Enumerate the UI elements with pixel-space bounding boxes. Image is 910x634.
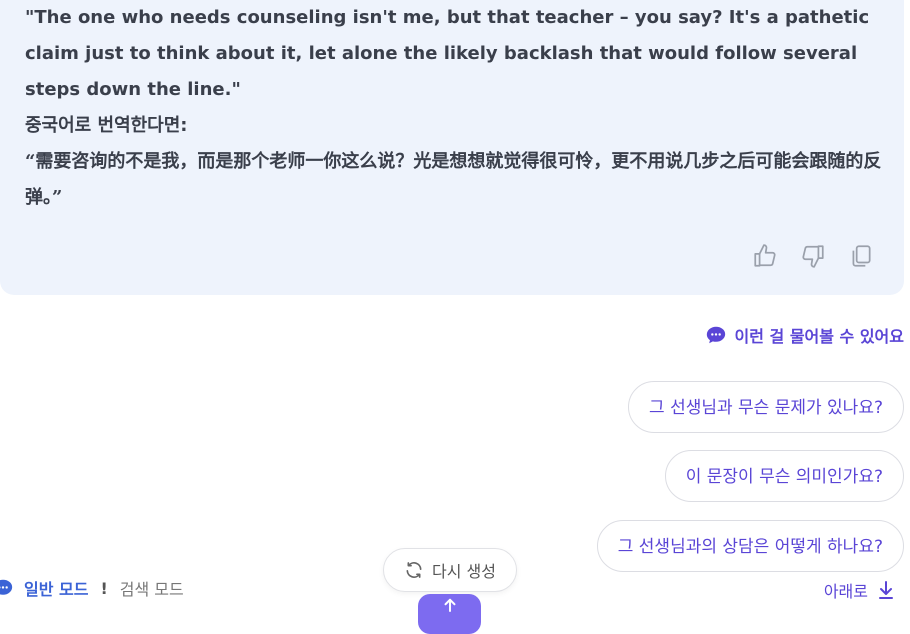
chat-bubble-icon [706, 326, 725, 344]
refresh-icon [406, 562, 422, 578]
scroll-down-button[interactable]: 아래로 [824, 578, 894, 602]
regenerate-label: 다시 생성 [432, 562, 496, 581]
copy-icon[interactable] [848, 243, 874, 269]
chat-bubble-icon [0, 579, 13, 595]
thumbs-down-icon[interactable] [800, 243, 826, 269]
thumbs-up-icon[interactable] [752, 243, 778, 269]
suggestions-header: 이런 걸 물어볼 수 있어요 [705, 323, 904, 347]
answer-chinese: “需要咨询的不是我，而是那个老师一你这么说？光是想想就觉得很可怜，更不用说几步之… [25, 151, 882, 208]
answer-english: "The one who needs counseling isn't me, … [25, 7, 870, 100]
answer-card: "The one who needs counseling isn't me, … [0, 0, 904, 295]
scroll-down-label: 아래로 [823, 582, 868, 601]
suggestions-header-label: 이런 걸 물어볼 수 있어요 [734, 327, 904, 346]
search-mode-tab[interactable]: 검색 모드 [120, 576, 184, 600]
suggestion-chip[interactable]: 그 선생님과 무슨 문제가 있나요? [628, 381, 904, 433]
suggestion-chip[interactable]: 이 문장이 무슨 의미인가요? [664, 450, 904, 502]
send-button[interactable] [418, 594, 481, 634]
arrow-up-icon [444, 598, 455, 612]
answer-translate-heading: 중국어로 번역한다면: [25, 115, 188, 136]
answer-text: "The one who needs counseling isn't me, … [25, 0, 885, 216]
suggestion-chip[interactable]: 그 선생님과의 상담은 어떻게 하나요? [596, 520, 904, 572]
general-mode-tab[interactable]: 일반 모드 [24, 576, 88, 600]
mode-bar: 일반 모드 ! 검색 모드 [0, 576, 184, 600]
mode-separator: ! [100, 578, 108, 598]
answer-actions [752, 243, 874, 269]
arrow-down-icon [879, 581, 893, 599]
regenerate-button[interactable]: 다시 생성 [383, 548, 517, 592]
